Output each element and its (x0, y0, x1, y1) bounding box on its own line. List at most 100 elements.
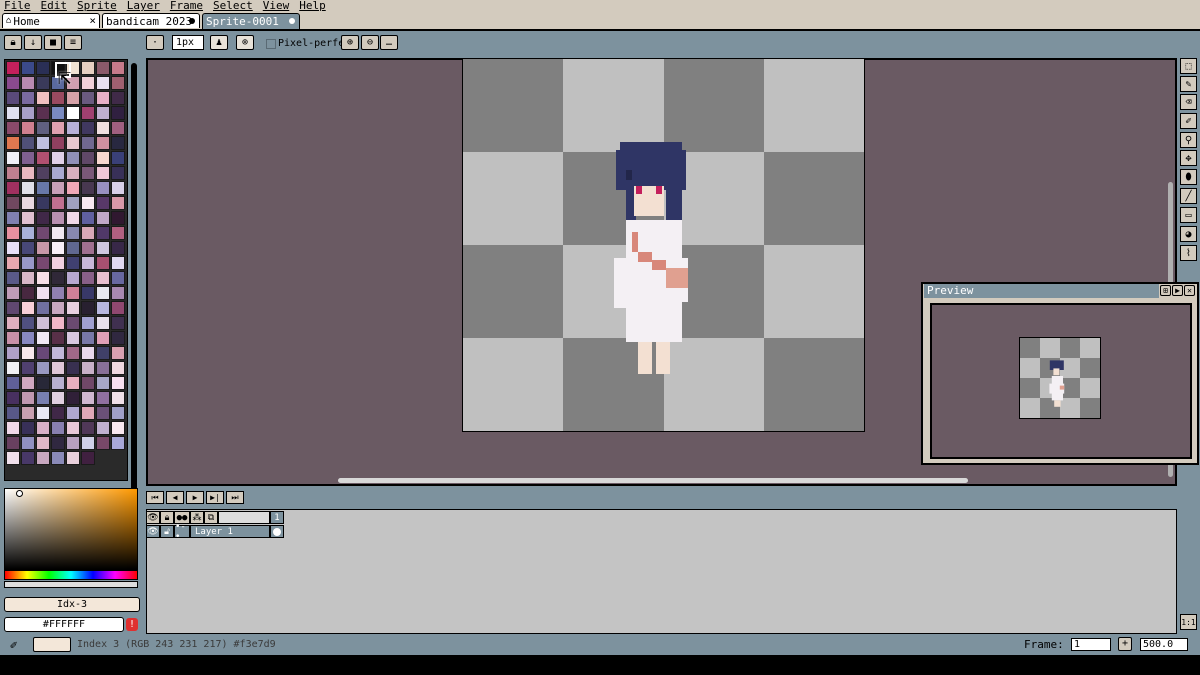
palette-swatch[interactable] (21, 346, 35, 360)
palette-swatch[interactable] (81, 256, 95, 270)
palette-swatch[interactable] (96, 361, 110, 375)
ink-icon[interactable]: ♟ (210, 35, 228, 50)
palette-swatch[interactable] (21, 91, 35, 105)
palette-swatch[interactable] (51, 166, 65, 180)
palette-swatch[interactable] (96, 226, 110, 240)
palette-swatch[interactable] (66, 121, 80, 135)
eraser-tool-icon[interactable]: ⌫ (1180, 94, 1197, 110)
palette-swatch[interactable] (66, 391, 80, 405)
lock-header-icon[interactable]: 🔒︎ (160, 511, 174, 524)
palette-swatch[interactable] (81, 181, 95, 195)
palette-swatch[interactable] (111, 406, 125, 420)
palette-swatch[interactable] (6, 271, 20, 285)
move-tool-icon[interactable]: ✥ (1180, 150, 1197, 166)
palette-swatch[interactable] (21, 376, 35, 390)
palette-swatch[interactable] (81, 391, 95, 405)
palette-swatch[interactable] (6, 346, 20, 360)
palette-swatch[interactable] (36, 181, 50, 195)
symmetry-icon[interactable]: ⊕ (341, 35, 359, 50)
palette-swatch[interactable] (36, 361, 50, 375)
color-index-field[interactable]: Idx-3 (4, 597, 140, 612)
palette-swatch[interactable] (81, 91, 95, 105)
menu-file[interactable]: File (0, 0, 37, 12)
palette-swatch[interactable] (51, 451, 65, 465)
palette-swatch[interactable] (21, 121, 35, 135)
line-tool-icon[interactable]: ╱ (1180, 188, 1197, 204)
palette-swatch[interactable] (36, 391, 50, 405)
palette-swatch[interactable] (36, 256, 50, 270)
palette-swatch[interactable] (96, 346, 110, 360)
palette-swatch[interactable] (6, 166, 20, 180)
palette-swatch[interactable] (81, 301, 95, 315)
palette-swatch[interactable] (96, 181, 110, 195)
palette-swatch[interactable] (111, 106, 125, 120)
palette-swatch[interactable] (96, 271, 110, 285)
brush-size-input[interactable]: 1px (172, 35, 204, 50)
layer-continuous-icon[interactable]: •-• (174, 522, 190, 542)
palette-swatch[interactable] (66, 256, 80, 270)
palette-swatch[interactable] (111, 166, 125, 180)
palette-swatch[interactable] (81, 106, 95, 120)
palette-swatch[interactable] (111, 151, 125, 165)
menu-layer[interactable]: Layer (123, 0, 166, 12)
palette-swatch[interactable] (6, 391, 20, 405)
palette-swatch[interactable] (81, 226, 95, 240)
play-icon[interactable]: ▶ (186, 491, 204, 504)
palette-swatch[interactable] (96, 136, 110, 150)
palette-swatch[interactable] (6, 286, 20, 300)
palette-swatch[interactable] (51, 91, 65, 105)
palette-swatch[interactable] (81, 271, 95, 285)
palette-swatch[interactable] (96, 166, 110, 180)
brush-shape-icon[interactable]: · (146, 35, 164, 50)
hue-slider[interactable] (4, 570, 138, 580)
visibility-header-icon[interactable]: 👁︎ (146, 511, 160, 524)
palette-swatch[interactable] (81, 196, 95, 210)
palette-swatch[interactable] (111, 226, 125, 240)
palette-swatch[interactable] (6, 121, 20, 135)
palette-swatch[interactable] (66, 211, 80, 225)
frame-input[interactable]: 1 (1071, 638, 1111, 651)
canvas-hscrollbar[interactable] (338, 478, 968, 483)
palette-swatch[interactable] (96, 436, 110, 450)
sort-palette-icon[interactable]: ↓ (24, 35, 42, 50)
palette-swatch[interactable] (111, 196, 125, 210)
palette-swatch[interactable] (6, 76, 20, 90)
palette-swatch[interactable] (51, 316, 65, 330)
palette-swatch[interactable] (66, 226, 80, 240)
palette-swatch[interactable] (36, 346, 50, 360)
palette-swatch[interactable] (21, 421, 35, 435)
palette-swatch[interactable] (36, 166, 50, 180)
palette-swatch[interactable] (51, 436, 65, 450)
preview-mode-icon[interactable]: ⊞ (1160, 285, 1171, 296)
palette-swatch[interactable] (66, 166, 80, 180)
close-icon[interactable]: × (89, 14, 96, 27)
palette-swatch[interactable] (96, 301, 110, 315)
palette-swatch[interactable] (66, 241, 80, 255)
menu-select[interactable]: Select (209, 0, 259, 12)
palette-swatch[interactable] (96, 241, 110, 255)
palette-swatch[interactable] (21, 436, 35, 450)
palette-swatch[interactable] (96, 286, 110, 300)
tab-sprite[interactable]: Sprite-0001 (202, 13, 300, 29)
palette-swatch[interactable] (81, 211, 95, 225)
palette-swatch[interactable] (96, 76, 110, 90)
palette-swatch[interactable] (36, 301, 50, 315)
preview-close-icon[interactable]: ✕ (1184, 285, 1195, 296)
palette-swatch[interactable] (66, 106, 80, 120)
palette-swatch[interactable] (51, 181, 65, 195)
palette-swatch[interactable] (66, 436, 80, 450)
pattern-icon[interactable]: ⊚ (236, 35, 254, 50)
palette-swatch[interactable] (21, 391, 35, 405)
palette-swatch[interactable] (81, 241, 95, 255)
pixel-perfect-checkbox[interactable] (266, 39, 276, 49)
palette-swatch[interactable] (81, 151, 95, 165)
alpha-slider[interactable] (4, 581, 138, 588)
palette-swatch[interactable] (81, 76, 95, 90)
palette-swatch[interactable] (21, 316, 35, 330)
zoom-tool-icon[interactable]: ⚲ (1180, 132, 1197, 148)
warning-icon[interactable]: ! (126, 618, 138, 631)
palette-swatch[interactable] (66, 181, 80, 195)
palette-swatch[interactable] (21, 406, 35, 420)
palette-swatch[interactable] (111, 91, 125, 105)
palette-swatch[interactable] (81, 451, 95, 465)
